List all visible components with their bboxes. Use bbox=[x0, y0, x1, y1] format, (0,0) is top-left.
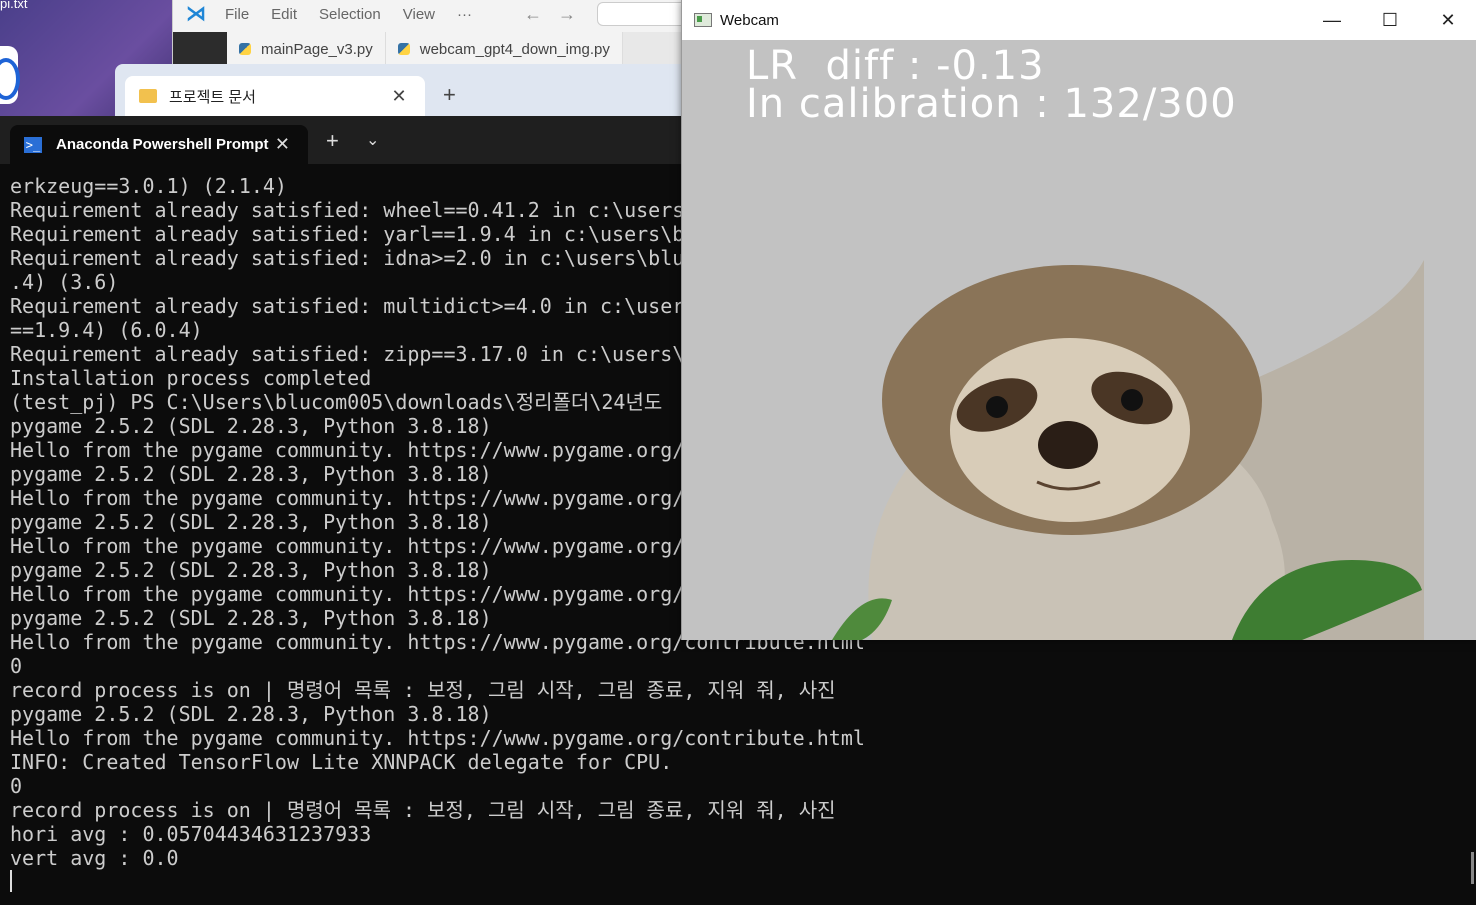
vscode-menu-selection[interactable]: Selection bbox=[319, 6, 381, 23]
vscode-tab-webcam[interactable]: webcam_gpt4_down_img.py bbox=[385, 32, 623, 66]
terminal-line: record process is on | 명령어 목록 : 보정, 그림 시… bbox=[10, 798, 836, 822]
powershell-icon: >_ bbox=[24, 136, 42, 153]
forward-arrow-icon[interactable]: → bbox=[558, 4, 576, 25]
vscode-tab-mainpage[interactable]: mainPage_v3.py bbox=[227, 32, 386, 66]
sloth-eye-left bbox=[986, 396, 1008, 418]
terminal-line: 0 bbox=[10, 654, 23, 678]
webcam-titlebar[interactable]: Webcam — ☐ ✕ bbox=[682, 0, 1476, 40]
explorer-tab-title: 프로젝트 문서 bbox=[169, 88, 256, 106]
terminal-scrollbar[interactable] bbox=[1471, 852, 1474, 884]
vscode-explorer-icon[interactable] bbox=[173, 32, 227, 66]
new-tab-plus-icon[interactable]: + bbox=[326, 128, 339, 154]
maximize-button[interactable]: ☐ bbox=[1361, 10, 1419, 31]
calibration-progress-readout: In calibration : 132/300 bbox=[746, 81, 1237, 127]
vscode-menu-view[interactable]: View bbox=[403, 6, 435, 23]
back-arrow-icon[interactable]: ← bbox=[524, 4, 542, 25]
desktop-file-label[interactable]: pi.txt bbox=[0, 0, 27, 11]
terminal-line: hori avg : 0.05704434631237933 bbox=[10, 822, 372, 846]
webcam-window: Webcam — ☐ ✕ LR diff : -0.13 In calibrat… bbox=[681, 0, 1476, 640]
app-window-icon bbox=[694, 13, 712, 27]
terminal-line: 0 bbox=[10, 774, 23, 798]
vscode-logo-icon: ⋊ bbox=[186, 3, 206, 25]
vscode-tab-label: webcam_gpt4_down_img.py bbox=[419, 40, 610, 58]
new-tab-plus-icon[interactable]: + bbox=[443, 82, 456, 108]
terminal-line: record process is on | 명령어 목록 : 보정, 그림 시… bbox=[10, 678, 836, 702]
terminal-line: INFO: Created TensorFlow Lite XNNPACK de… bbox=[10, 750, 673, 774]
python-file-icon bbox=[239, 43, 251, 55]
webcam-video-frame: LR diff : -0.13 In calibration : 132/300 bbox=[682, 40, 1476, 640]
sloth-eye-right bbox=[1121, 389, 1143, 411]
folder-icon bbox=[139, 89, 157, 103]
text-cursor bbox=[10, 870, 12, 892]
close-button[interactable]: ✕ bbox=[1419, 10, 1476, 31]
terminal-line: pygame 2.5.2 (SDL 2.28.3, Python 3.8.18) bbox=[10, 702, 492, 726]
explorer-tab[interactable]: 프로젝트 문서 ✕ bbox=[125, 76, 425, 116]
vscode-menu-edit[interactable]: Edit bbox=[271, 6, 297, 23]
vscode-tab-label: mainPage_v3.py bbox=[261, 40, 373, 58]
minimize-button[interactable]: — bbox=[1303, 10, 1361, 31]
terminal-tab-title: Anaconda Powershell Prompt bbox=[56, 136, 269, 153]
vscode-tabbar: mainPage_v3.py webcam_gpt4_down_img.py bbox=[173, 32, 693, 66]
close-icon[interactable]: ✕ bbox=[389, 86, 409, 107]
terminal-prompt-line[interactable] bbox=[10, 870, 1460, 894]
terminal-line: Hello from the pygame community. https:/… bbox=[10, 726, 865, 750]
python-file-icon bbox=[397, 43, 410, 55]
lr-diff-readout: LR diff : -0.13 bbox=[746, 43, 1045, 89]
sloth-image bbox=[832, 260, 1424, 640]
vscode-menu-file[interactable]: File bbox=[225, 6, 249, 23]
terminal-tab-anaconda[interactable]: >_ Anaconda Powershell Prompt ✕ bbox=[10, 125, 308, 164]
close-icon[interactable]: ✕ bbox=[275, 134, 290, 155]
webcam-window-title: Webcam bbox=[720, 11, 779, 29]
file-explorer-window: 프로젝트 문서 ✕ + bbox=[115, 64, 690, 124]
chevron-down-icon[interactable]: ⌄ bbox=[366, 130, 379, 150]
sloth-nose bbox=[1038, 421, 1098, 469]
terminal-tabbar: >_ Anaconda Powershell Prompt ✕ + ⌄ bbox=[0, 116, 690, 164]
vscode-menu-more[interactable]: ··· bbox=[457, 6, 472, 23]
terminal-line: vert avg : 0.0 bbox=[10, 846, 179, 870]
